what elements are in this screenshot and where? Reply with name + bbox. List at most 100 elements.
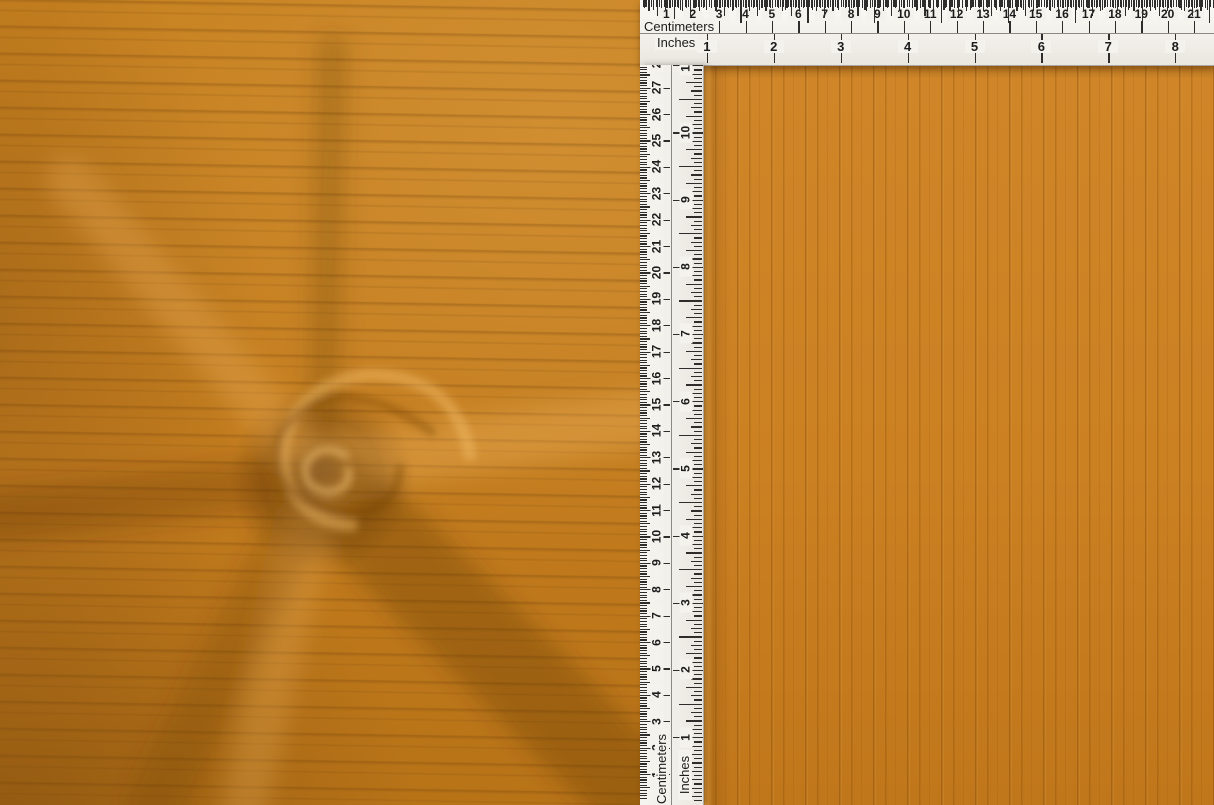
inch-tick [844, 0, 847, 8]
cm-tick [640, 639, 647, 641]
inch-tick [1049, 0, 1052, 11]
inch-tick [691, 779, 702, 781]
inch-tick [694, 212, 702, 214]
inch-tick [679, 434, 702, 436]
cm-tick [640, 787, 650, 789]
inch-tick [794, 0, 796, 8]
inch-tick [694, 329, 702, 331]
draped-fabric-photo [0, 0, 640, 805]
inch-tick [691, 107, 702, 109]
cm-tick [640, 496, 650, 499]
cm-tick [972, 0, 974, 7]
inch-tick [861, 0, 863, 8]
inch-tick [824, 0, 826, 16]
cm-tick [766, 0, 768, 7]
inch-tick [719, 0, 721, 8]
inch-tick [691, 510, 702, 512]
inch-tick [691, 140, 702, 142]
cm-tick [640, 261, 647, 264]
inch-tick [1099, 0, 1102, 11]
inch-tick [698, 0, 700, 11]
cm-number: 23 [650, 183, 664, 204]
cm-tick [1072, 0, 1074, 7]
cm-tick [640, 248, 647, 250]
inch-tick [1074, 0, 1077, 23]
inch-tick [694, 606, 702, 609]
inch-tick [694, 77, 702, 79]
cm-tick [640, 591, 647, 594]
inch-tick [656, 0, 658, 16]
cm-tick [640, 549, 650, 551]
cm-number: 8 [650, 579, 664, 600]
inch-tick [694, 195, 702, 197]
cm-tick [1030, 0, 1032, 7]
inch-tick [1020, 0, 1022, 8]
cm-tick [640, 319, 647, 322]
inch-tick [911, 0, 914, 8]
cm-tick [640, 581, 647, 583]
cm-tick [640, 689, 647, 691]
inch-tick [1033, 0, 1035, 11]
cm-tick [640, 301, 647, 303]
inch-tick [903, 0, 905, 8]
inch-number: 8 [1165, 40, 1186, 53]
cm-tick [640, 330, 647, 332]
cm-tick [640, 314, 647, 316]
cm-tick [640, 412, 647, 414]
cm-tick [640, 238, 647, 240]
inch-number: 6 [1031, 40, 1052, 53]
inch-tick [790, 0, 792, 16]
cm-tick [640, 620, 647, 623]
inch-tick [740, 0, 742, 23]
inch-tick [691, 443, 702, 445]
cm-tick [640, 317, 647, 319]
inch-tick [1179, 0, 1181, 8]
cm-tick [640, 79, 647, 81]
cm-tick [640, 705, 647, 707]
inch-tick [694, 455, 702, 457]
cm-tick [640, 607, 647, 609]
inch-tick [694, 363, 702, 365]
inch-tick [686, 653, 702, 655]
inch-tick [691, 375, 702, 378]
cm-tick [640, 475, 647, 477]
cm-tick [640, 679, 647, 681]
cm-tick [640, 573, 647, 575]
cm-tick [706, 0, 708, 10]
cm-tick [1151, 0, 1154, 7]
inch-tick [694, 178, 702, 180]
cm-tick [640, 766, 647, 768]
inch-tick [694, 774, 702, 777]
cm-tick [708, 0, 710, 7]
cm-tick [640, 507, 647, 509]
inch-tick [694, 430, 702, 432]
cm-tick [1188, 0, 1191, 7]
cm-tick [640, 745, 647, 747]
cm-tick [640, 309, 647, 311]
inch-tick [694, 749, 702, 751]
cm-number: 4 [650, 684, 664, 705]
cm-tick [640, 444, 650, 446]
inch-number: 6 [679, 391, 693, 412]
inch-tick [686, 216, 702, 218]
cm-tick [640, 686, 647, 689]
cm-tick [640, 251, 647, 253]
inch-tick [694, 86, 702, 88]
cm-tick [774, 0, 776, 7]
inch-tick [1200, 0, 1202, 11]
cm-tick [640, 560, 647, 562]
cm-tick [640, 768, 647, 770]
inch-tick [1116, 0, 1118, 11]
inch-tick [686, 686, 702, 688]
inch-tick [798, 0, 801, 11]
inch-tick [691, 711, 702, 714]
cm-tick [640, 288, 647, 290]
cm-tick [640, 409, 647, 411]
inch-tick [694, 102, 702, 105]
inch-tick [694, 438, 702, 441]
inch-tick [836, 0, 838, 8]
inch-tick [694, 522, 702, 525]
inch-tick [686, 619, 702, 621]
cm-tick [640, 436, 647, 438]
cm-tick [640, 647, 647, 649]
